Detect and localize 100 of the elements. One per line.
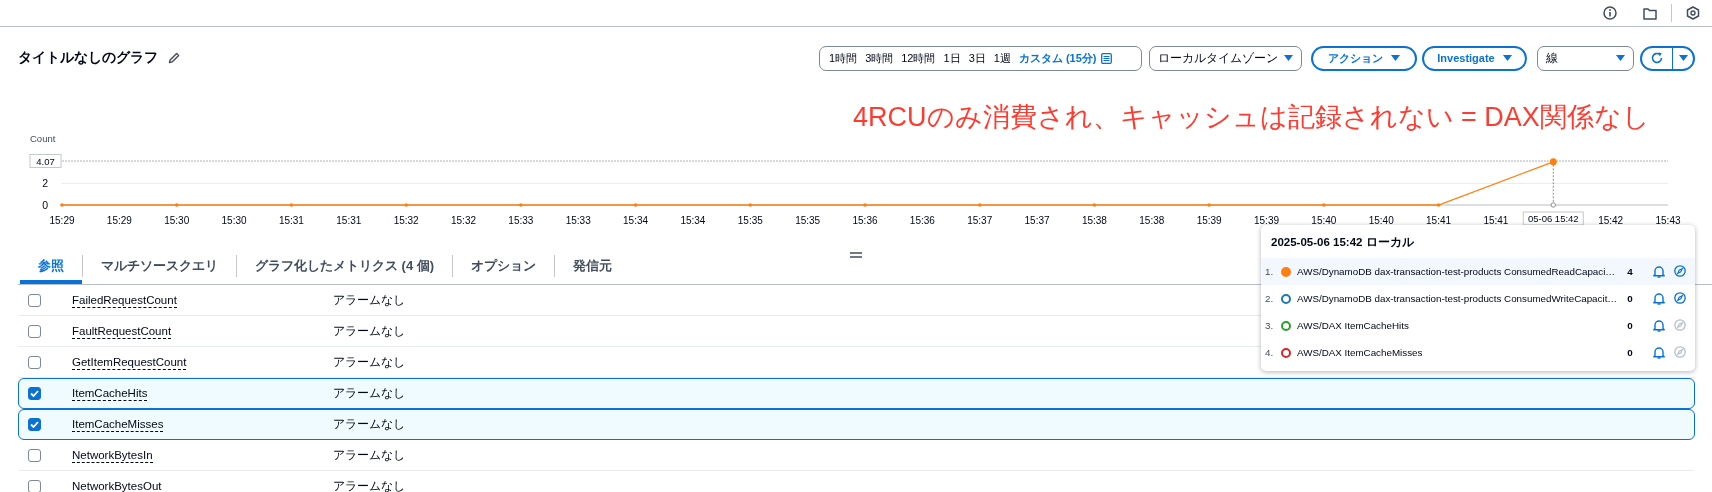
data-point	[633, 203, 638, 207]
axis-tick-label: 15:29	[49, 215, 75, 226]
checkbox[interactable]	[28, 294, 41, 307]
resize-handle-icon[interactable]	[850, 252, 862, 258]
selected-row[interactable]: ItemCacheMisses アラームなし	[18, 409, 1695, 440]
tab[interactable]: グラフ化したメトリクス (4 個)	[237, 248, 453, 284]
tab[interactable]: マルチソースクエリ	[83, 248, 236, 284]
axis-tick-label: 15:37	[1024, 215, 1050, 226]
axis-title: Count	[30, 133, 56, 144]
axis-tick-label: 15:36	[909, 215, 935, 226]
checkbox[interactable]	[28, 387, 41, 400]
folder-icon[interactable]	[1643, 6, 1657, 20]
hover-time-label: 05-06 15:42	[1522, 211, 1584, 226]
axis-tick-label: 15:39	[1196, 215, 1222, 226]
axis-tick-label: 15:32	[451, 215, 476, 226]
alarm-status: アラームなし	[333, 479, 405, 492]
settings-icon[interactable]	[1686, 6, 1700, 20]
metric-name-link[interactable]: ItemCacheHits	[72, 386, 148, 401]
series-value: 0	[1627, 293, 1634, 304]
row-index: 2.	[1265, 293, 1275, 304]
metric-name-link[interactable]: GetItemRequestCount	[72, 355, 187, 370]
metric-name-link[interactable]: FaultRequestCount	[72, 324, 172, 339]
data-point	[1322, 203, 1326, 207]
checkbox[interactable]	[28, 325, 41, 338]
time-range-option[interactable]: 1時間	[825, 50, 862, 66]
y-tick-label: 4.07	[36, 155, 55, 167]
series-value: 0	[1627, 320, 1634, 331]
data-point	[519, 203, 523, 207]
axis-tick-label: 15:40	[1311, 215, 1337, 226]
row-index: 3.	[1265, 320, 1275, 331]
data-point	[863, 203, 867, 207]
series-value: 0	[1627, 347, 1634, 358]
chart-title: タイトルなしのグラフ	[18, 49, 158, 67]
data-point	[1207, 203, 1211, 207]
tab[interactable]: 参照	[20, 248, 82, 284]
data-point	[1436, 203, 1441, 207]
axis-tick-label: 15:30	[221, 215, 247, 226]
compass-icon[interactable]	[1674, 265, 1687, 277]
investigate-button[interactable]: Investigate	[1422, 45, 1527, 71]
bell-icon[interactable]	[1653, 346, 1666, 359]
checkbox[interactable]	[28, 418, 41, 431]
series-value: 4	[1627, 266, 1634, 277]
bell-icon[interactable]	[1653, 319, 1666, 332]
axis-tick-label: 15:34	[623, 215, 649, 226]
alarm-status: アラームなし	[333, 448, 405, 463]
axis-max-label: 4.07	[29, 154, 62, 168]
tab[interactable]: 発信元	[555, 248, 631, 284]
caret-icon	[1502, 55, 1512, 61]
data-point	[1092, 203, 1097, 207]
time-range-option[interactable]: 1週	[989, 50, 1015, 66]
axis-tick-label: 15:35	[737, 215, 763, 226]
series-name: AWS/DAX ItemCacheHits	[1297, 320, 1410, 331]
actions-button[interactable]: アクション	[1311, 45, 1417, 71]
row-index: 4.	[1265, 347, 1275, 358]
time-range-option[interactable]: 1日	[939, 50, 965, 66]
series-name: AWS/DynamoDB dax-transaction-test-products ConsumedWriteCapacit…	[1297, 293, 1619, 304]
axis-tick-label: 15:40	[1368, 215, 1394, 226]
row-index: 1.	[1265, 266, 1275, 277]
checkbox[interactable]	[28, 356, 41, 369]
checkbox[interactable]	[28, 449, 41, 462]
axis-tick-label: 15:31	[278, 215, 304, 226]
metric-name-link[interactable]: FailedRequestCount	[72, 293, 177, 308]
pencil-icon[interactable]	[168, 52, 180, 64]
time-range-option[interactable]: 12時間	[897, 50, 940, 66]
axis-tick-label: 15:35	[795, 215, 821, 226]
time-range-option[interactable]: カスタム (15分)	[1014, 50, 1101, 66]
axis-tick-label: 15:32	[393, 215, 419, 226]
series-name: AWS/DynamoDB dax-transaction-test-products ConsumedReadCapaci…	[1297, 266, 1617, 277]
checkbox[interactable]	[28, 480, 41, 492]
axis-tick-label: 15:43	[1655, 215, 1681, 226]
metric-name-link[interactable]: NetworkBytesIn	[72, 448, 153, 463]
axis-tick-label: 15:38	[1139, 215, 1165, 226]
alarm-status: アラームなし	[333, 386, 405, 401]
refresh-icon[interactable]	[1651, 52, 1663, 64]
metric-name-link[interactable]: ItemCacheMisses	[72, 417, 164, 432]
axis-tick-label: 15:37	[967, 215, 993, 226]
chart-type-select[interactable]: 線	[1537, 45, 1634, 71]
refresh-split-button[interactable]	[1640, 45, 1695, 71]
metric-name-link[interactable]: NetworkBytesOut	[72, 479, 162, 492]
info-icon[interactable]	[1603, 6, 1617, 20]
axis-tick-label: 0	[42, 198, 48, 211]
bell-icon[interactable]	[1653, 292, 1666, 305]
axis-tick-label: 15:31	[336, 215, 362, 226]
alarm-status: アラームなし	[333, 417, 405, 432]
time-range-option[interactable]: 3日	[964, 50, 990, 66]
axis-tick-label: 15:34	[680, 215, 706, 226]
selected-row[interactable]: ItemCacheHits アラームなし	[18, 378, 1695, 409]
axis-tick-label: 15:33	[508, 215, 534, 226]
axis-tick-label: 15:42	[1598, 215, 1624, 226]
caret-icon	[1616, 55, 1625, 61]
calendar-icon[interactable]	[1100, 52, 1112, 64]
axis-tick-label: 15:41	[1426, 215, 1452, 226]
time-range-option[interactable]: 3時間	[861, 50, 898, 66]
caret-icon	[1391, 55, 1400, 61]
bell-icon[interactable]	[1653, 265, 1666, 278]
axis-tick-label: 15:30	[164, 215, 190, 226]
annotation-text: 4RCUのみ消費され、キャッシュは記録されない = DAX関係なし	[853, 102, 1650, 132]
timezone-select[interactable]: ローカルタイムゾーン	[1149, 45, 1302, 71]
tab[interactable]: オプション	[453, 248, 555, 284]
compass-icon[interactable]	[1674, 292, 1687, 304]
